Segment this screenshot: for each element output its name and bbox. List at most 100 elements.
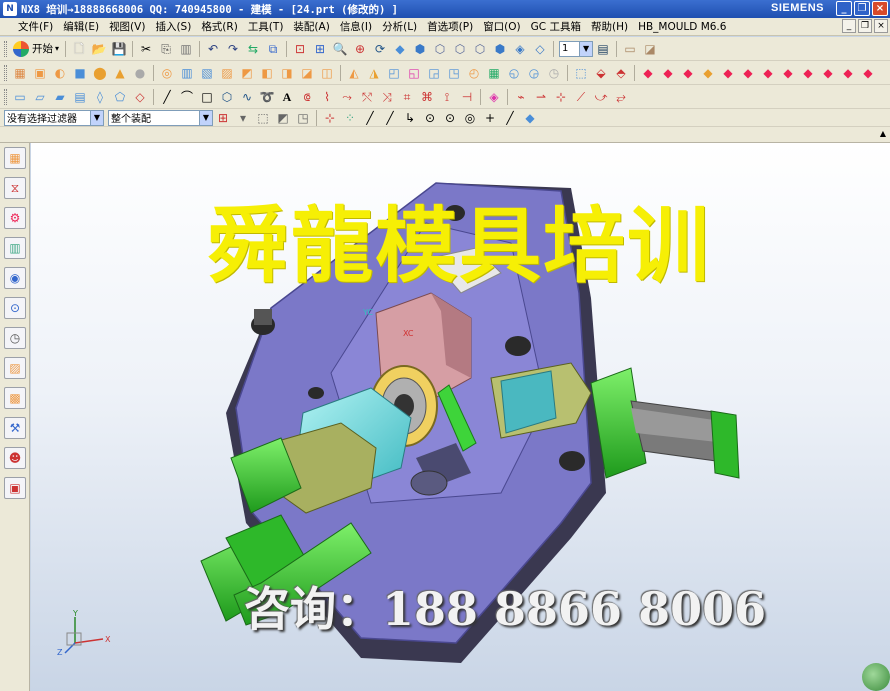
resize-icon[interactable]: ⬘ — [612, 64, 630, 82]
scroll-up-icon[interactable]: ▲ — [880, 129, 886, 138]
constraint-navigator-icon[interactable]: ⧖ — [4, 177, 26, 199]
zoom-window-icon[interactable]: ⊞ — [311, 40, 329, 58]
menu-preferences[interactable]: 首选项(P) — [422, 19, 478, 35]
patch-icon[interactable]: ◷ — [545, 64, 563, 82]
layer-settings-icon[interactable]: ▤ — [594, 40, 612, 58]
menu-analysis[interactable]: 分析(L) — [377, 19, 422, 35]
menu-file[interactable]: 文件(F) — [4, 19, 58, 35]
mold-tool-9-icon[interactable]: ◆ — [799, 64, 817, 82]
transform-icon[interactable]: ⧉ — [264, 40, 282, 58]
render-style-icon[interactable]: ◇ — [531, 40, 549, 58]
wireframe-icon[interactable]: ⬡ — [431, 40, 449, 58]
rotate-view-icon[interactable]: ⟳ — [371, 40, 389, 58]
mesh-surface-icon[interactable]: ▤ — [71, 88, 89, 106]
close-button[interactable]: × — [872, 1, 888, 16]
groove-icon[interactable]: ◧ — [258, 64, 276, 82]
select-component-icon[interactable]: ◳ — [294, 109, 312, 127]
snap-settings-icon[interactable]: ⁘ — [341, 109, 359, 127]
doc-restore-button[interactable]: ❐ — [858, 19, 872, 33]
mold-tool-8-icon[interactable]: ◆ — [779, 64, 797, 82]
mold-tool-6-icon[interactable]: ◆ — [739, 64, 757, 82]
helix-icon[interactable]: ➰ — [258, 88, 276, 106]
mold-tool-3-icon[interactable]: ◆ — [679, 64, 697, 82]
spline-icon[interactable]: ∿ — [238, 88, 256, 106]
edge-blend-icon[interactable]: ◭ — [345, 64, 363, 82]
mold-tool-11-icon[interactable]: ◆ — [839, 64, 857, 82]
part-navigator-icon[interactable]: ⚙ — [4, 207, 26, 229]
shell-icon[interactable]: ◱ — [405, 64, 423, 82]
pad-icon[interactable]: ▨ — [218, 64, 236, 82]
system-scene-icon[interactable]: ▣ — [4, 477, 26, 499]
edit-curve-1-icon[interactable]: ⌁ — [512, 88, 530, 106]
cut-icon[interactable]: ✂ — [137, 40, 155, 58]
selection-filter-select[interactable]: 没有选择过滤器 ▼ — [4, 109, 104, 126]
paste-icon[interactable]: ▥ — [177, 40, 195, 58]
save-icon[interactable]: 💾 — [110, 40, 128, 58]
mold-tool-5-icon[interactable]: ◆ — [719, 64, 737, 82]
select-all-icon[interactable]: ⊞ — [214, 109, 232, 127]
color-icon[interactable]: ▭ — [621, 40, 639, 58]
quadrant-point-icon[interactable]: ◎ — [461, 109, 479, 127]
mid-point-icon[interactable]: ╱ — [381, 109, 399, 127]
clock-icon[interactable]: ◷ — [4, 327, 26, 349]
slot-icon[interactable]: ◩ — [238, 64, 256, 82]
select-body-icon[interactable]: ◩ — [274, 109, 292, 127]
ruled-surface-icon[interactable]: ▱ — [31, 88, 49, 106]
shaded-view-icon[interactable]: ◆ — [391, 40, 409, 58]
menu-view[interactable]: 视图(V) — [104, 19, 150, 35]
replace-face-icon[interactable]: ⬙ — [592, 64, 610, 82]
boss-icon[interactable]: ▥ — [178, 64, 196, 82]
menu-edit[interactable]: 编辑(E) — [58, 19, 104, 35]
existing-point-icon[interactable]: + — [481, 109, 499, 127]
revolve-icon[interactable]: ◐ — [51, 64, 69, 82]
reuse-library-icon[interactable]: ▥ — [4, 237, 26, 259]
mirror-icon[interactable]: ◵ — [505, 64, 523, 82]
start-button[interactable]: 开始 ▾ — [10, 39, 62, 59]
manufacturing-wizard-icon[interactable]: ⚒ — [4, 417, 26, 439]
arc-icon[interactable]: ⌒ — [178, 88, 196, 106]
offset-curve-icon[interactable]: ⟃ — [298, 88, 316, 106]
swept-icon[interactable]: ◊ — [91, 88, 109, 106]
block-icon[interactable]: ■ — [71, 64, 89, 82]
snap-point-icon[interactable]: ⊹ — [321, 109, 339, 127]
bounded-plane-icon[interactable]: ◇ — [131, 88, 149, 106]
polygon-icon[interactable]: ⬡ — [218, 88, 236, 106]
combined-curve-icon[interactable]: ⟟ — [438, 88, 456, 106]
repeat-command-icon[interactable]: ⇆ — [244, 40, 262, 58]
sew-icon[interactable]: ◶ — [525, 64, 543, 82]
edit-curve-4-icon[interactable]: ⟋ — [572, 88, 590, 106]
line-icon[interactable]: ╱ — [158, 88, 176, 106]
doc-close-button[interactable]: × — [874, 19, 888, 33]
shaded-edges-icon[interactable]: ⬢ — [411, 40, 429, 58]
bridge-curve-icon[interactable]: ⌇ — [318, 88, 336, 106]
mold-tool-10-icon[interactable]: ◆ — [819, 64, 837, 82]
display-edit-icon[interactable]: ◪ — [641, 40, 659, 58]
hole-icon[interactable]: ◎ — [158, 64, 176, 82]
sphere-icon[interactable]: ● — [131, 64, 149, 82]
menu-insert[interactable]: 插入(S) — [150, 19, 196, 35]
mold-tool-1-icon[interactable]: ◆ — [639, 64, 657, 82]
project-curve-icon[interactable]: ⤳ — [338, 88, 356, 106]
through-curves-icon[interactable]: ▰ — [51, 88, 69, 106]
subtract-icon[interactable]: ◪ — [298, 64, 316, 82]
roles-icon[interactable]: ☻ — [4, 447, 26, 469]
menu-assemblies[interactable]: 装配(A) — [288, 19, 334, 35]
menu-format[interactable]: 格式(R) — [196, 19, 243, 35]
new-file-icon[interactable]: 🗋 — [70, 40, 88, 58]
mold-tool-12-icon[interactable]: ◆ — [859, 64, 877, 82]
zoom-in-out-icon[interactable]: ⊕ — [351, 40, 369, 58]
control-point-icon[interactable]: ↳ — [401, 109, 419, 127]
menu-hb-mould[interactable]: HB_MOULD M6.6 — [633, 19, 731, 35]
n-sided-icon[interactable]: ⬠ — [111, 88, 129, 106]
view-triad[interactable]: Y X Z — [53, 609, 123, 657]
menu-window[interactable]: 窗口(O) — [478, 19, 525, 35]
end-point-icon[interactable]: ╱ — [361, 109, 379, 127]
pattern-icon[interactable]: ▦ — [485, 64, 503, 82]
edit-curve-2-icon[interactable]: ⇀ — [532, 88, 550, 106]
graphics-window[interactable]: YC XC 舜龍模具培训 咨询：188 8866 8006 Y X Z — [31, 143, 890, 691]
extrude-icon[interactable]: ▣ — [31, 64, 49, 82]
mold-tool-7-icon[interactable]: ◆ — [759, 64, 777, 82]
selection-scope-select[interactable]: 整个装配 ▼ — [108, 109, 213, 126]
chamfer-icon[interactable]: ◮ — [365, 64, 383, 82]
hidden-line-icon[interactable]: ⬡ — [451, 40, 469, 58]
